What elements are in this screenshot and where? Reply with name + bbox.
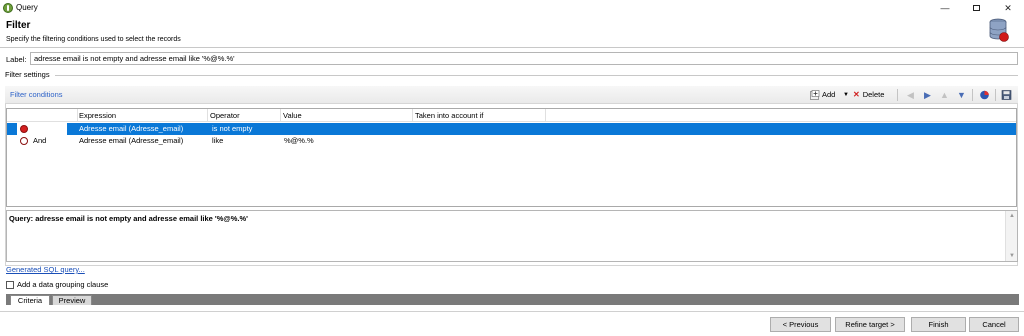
- condition-icon: [20, 137, 28, 145]
- cell-expression: Adresse email (Adresse_email): [79, 124, 184, 133]
- refine-target-button[interactable]: Refine target >: [835, 317, 905, 332]
- tab-criteria[interactable]: Criteria: [10, 295, 50, 305]
- grouping-label: Add a data grouping clause: [17, 280, 109, 289]
- save-icon[interactable]: [1001, 90, 1012, 100]
- table-row[interactable]: Adresse email (Adresse_email) is not emp…: [7, 123, 1016, 135]
- wizard-header: Filter Specify the filtering conditions …: [0, 16, 1024, 48]
- app-icon: [3, 3, 13, 13]
- maximize-icon: [972, 5, 980, 11]
- column-separator: [207, 109, 208, 122]
- cancel-button[interactable]: Cancel: [969, 317, 1019, 332]
- add-dropdown-caret-icon[interactable]: ▼: [843, 89, 849, 101]
- previous-button[interactable]: < Previous: [770, 317, 831, 332]
- column-separator: [545, 109, 546, 122]
- footer-divider: [0, 311, 1024, 312]
- cell-operator: is not empty: [212, 124, 253, 133]
- window-title: Query: [16, 3, 38, 12]
- toolbar-separator: [972, 89, 973, 101]
- filter-conditions-link[interactable]: Filter conditions: [10, 90, 63, 99]
- generated-sql-link[interactable]: Generated SQL query...: [6, 265, 85, 274]
- filter-settings-divider: [55, 75, 1018, 76]
- column-header-expression[interactable]: Expression: [79, 111, 116, 120]
- query-text: Query: adresse email is not empty and ad…: [9, 214, 248, 223]
- pie-chart-icon[interactable]: [979, 90, 990, 100]
- column-separator: [77, 109, 78, 122]
- vertical-scrollbar[interactable]: ▲ ▼: [1005, 211, 1017, 261]
- delete-button[interactable]: ✕ Delete: [853, 89, 884, 101]
- database-icon: [989, 18, 1009, 42]
- grouping-checkbox[interactable]: [6, 281, 14, 290]
- filter-toolbar: Filter conditions Add ▼ ✕ Delete ◀ ▶ ▲ ▼: [5, 86, 1018, 104]
- close-button[interactable]: ✕: [1001, 2, 1015, 14]
- query-description-box[interactable]: Query: adresse email is not empty and ad…: [6, 210, 1018, 262]
- arrow-down-icon[interactable]: ▼: [956, 90, 967, 100]
- tab-preview[interactable]: Preview: [52, 295, 92, 305]
- conditions-grid[interactable]: Expression Operator Value Taken into acc…: [6, 108, 1017, 207]
- cell-connector: And: [33, 136, 47, 145]
- header-divider: [0, 47, 1024, 48]
- cell-expression: Adresse email (Adresse_email): [79, 136, 184, 145]
- arrow-up-icon[interactable]: ▲: [939, 90, 950, 100]
- maximize-button[interactable]: [969, 2, 983, 14]
- toolbar-separator: [995, 89, 996, 101]
- arrow-right-icon[interactable]: ▶: [922, 90, 933, 100]
- arrow-left-icon[interactable]: ◀: [905, 90, 916, 100]
- column-header-operator[interactable]: Operator: [210, 111, 240, 120]
- delete-label: Delete: [862, 90, 885, 99]
- column-separator: [412, 109, 413, 122]
- tab-bar: Criteria Preview: [6, 294, 1019, 305]
- column-header-value[interactable]: Value: [283, 111, 302, 120]
- column-separator: [280, 109, 281, 122]
- label-caption: Label:: [6, 55, 27, 64]
- minimize-button[interactable]: —: [938, 2, 952, 14]
- add-button[interactable]: Add: [810, 89, 835, 101]
- filter-settings-heading: Filter settings: [5, 70, 50, 79]
- delete-icon: ✕: [853, 90, 860, 99]
- table-row[interactable]: And Adresse email (Adresse_email) like %…: [7, 135, 1016, 147]
- scroll-down-icon[interactable]: ▼: [1006, 251, 1018, 261]
- finish-button[interactable]: Finish: [911, 317, 966, 332]
- toolbar-separator: [897, 89, 898, 101]
- cell-value: %@%.%: [284, 136, 314, 145]
- cell-operator: like: [212, 136, 224, 145]
- scroll-up-icon[interactable]: ▲: [1006, 211, 1018, 221]
- grid-header: Expression Operator Value Taken into acc…: [7, 109, 1016, 122]
- column-header-condition[interactable]: Taken into account if: [415, 111, 483, 120]
- condition-icon: [20, 125, 28, 133]
- grouping-checkbox-row[interactable]: Add a data grouping clause: [6, 280, 109, 290]
- page-title: Filter: [6, 20, 31, 31]
- add-label: Add: [822, 90, 836, 99]
- title-bar: Query — ✕: [0, 0, 1024, 16]
- label-input[interactable]: adresse email is not empty and adresse e…: [30, 52, 1018, 65]
- add-icon: [810, 90, 820, 100]
- page-subtitle: Specify the filtering conditions used to…: [6, 36, 181, 43]
